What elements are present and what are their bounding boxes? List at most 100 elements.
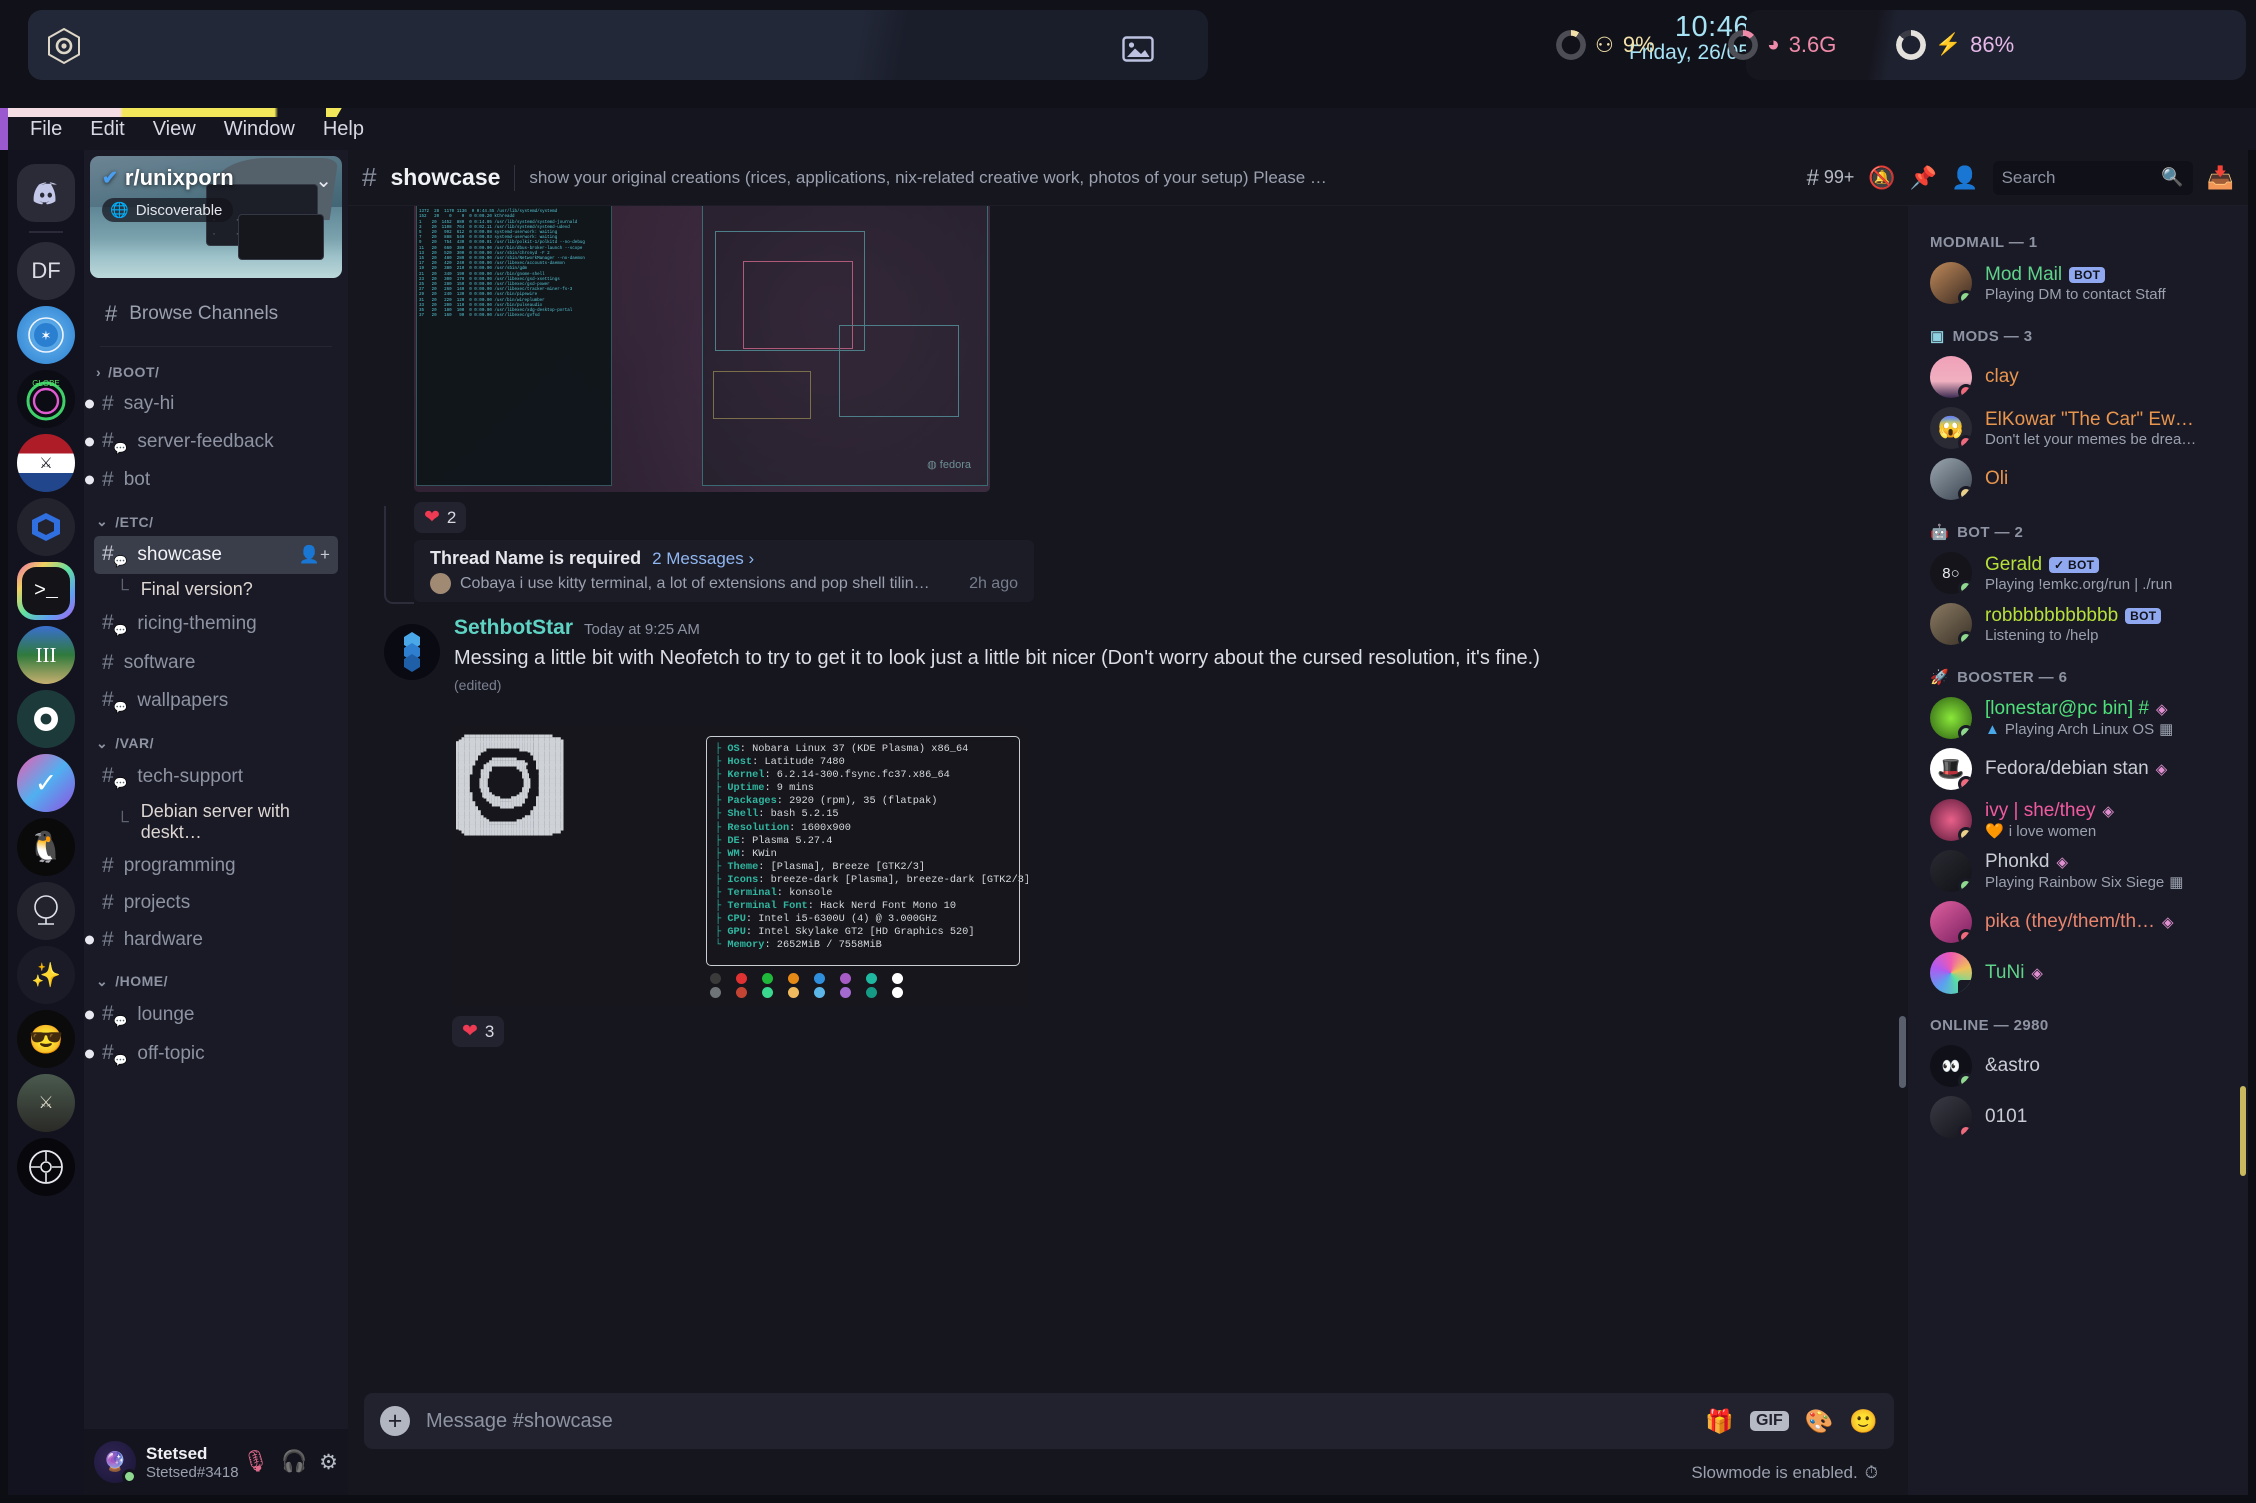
add-member-icon[interactable]: 👤+ [299,545,330,565]
server-icon-DF[interactable]: DF [17,242,75,300]
gif-icon[interactable]: GIF [1750,1411,1789,1431]
attachment-screenshot-1[interactable]: ────────────────────────────────── 1372 … [414,206,990,492]
server-icon-circuit[interactable] [17,1138,75,1196]
channel-label: wallpapers [137,689,229,711]
thread-final-version[interactable]: └ Final version? [108,575,338,604]
member-row[interactable]: pika (they/them/th… ◈ [1908,897,2240,947]
server-icon-mirror[interactable] [17,882,75,940]
member-row[interactable]: TuNi ◈ [1908,948,2240,998]
message-scrollbar[interactable] [1899,1016,1906,1088]
member-row[interactable]: clay [1908,352,2240,402]
server-icon-iii[interactable]: III [17,626,75,684]
member-row[interactable]: 👀 &astro [1908,1041,2240,1091]
thread-preview-card[interactable]: Thread Name is required 2 Messages › Cob… [414,540,1034,602]
pin-icon[interactable]: 📌 [1910,165,1937,191]
message-author[interactable]: SethbotStar [454,616,573,640]
channel-software[interactable]: # software [94,645,338,681]
channel-tech-support[interactable]: #💬 tech-support [94,758,338,796]
sticker-icon[interactable]: 🎨 [1805,1408,1834,1435]
menu-file[interactable]: File [16,115,76,144]
message-text: Messing a little bit with Neofetch to tr… [454,647,1540,669]
search-input[interactable]: Search 🔍 [1992,160,2193,195]
cpu-stat[interactable]: ⚇ 9% [1556,30,1655,60]
category-etc[interactable]: ⌄ /ETC/ [84,499,348,535]
server-icon-tux[interactable]: 🐧 [17,818,75,876]
attachment-neofetch[interactable]: ▄▄▄▄▄▄▄▄▄▄▄▄▄▄▄▄▄▄▄▄▄▄▄▄▄▄▄▄▄▄▄▄ ▄██████… [452,726,1028,1006]
channel-programming[interactable]: # programming [94,848,338,884]
member-group-mods[interactable]: ▣ MODS — 3 [1908,309,2248,351]
plus-icon[interactable]: + [380,1406,410,1436]
menu-view[interactable]: View [139,115,210,144]
notification-muted-icon[interactable]: 🔕 [1868,165,1895,191]
browse-channels-button[interactable]: # Browse Channels [96,294,336,334]
menu-window[interactable]: Window [210,115,309,144]
category-home[interactable]: ⌄ /HOME/ [84,959,348,995]
member-row[interactable]: 😱 ElKowar "The Car" Ew… Don't let your m… [1908,403,2240,453]
emoji-icon[interactable]: 🙂 [1849,1408,1878,1435]
server-icon-discord-home[interactable] [17,164,75,222]
channel-wallpapers[interactable]: #💬 wallpapers [94,682,338,720]
channel-ricing-theming[interactable]: #💬 ricing-theming [94,605,338,643]
member-row[interactable]: Mod Mail BOT Playing DM to contact Staff [1908,258,2240,308]
thread-debian-server[interactable]: └ Debian server with deskt… [108,797,338,847]
thread-elbow-icon: └ [116,579,129,600]
member-row[interactable]: ivy | she/they ◈ 🧡 i love women [1908,795,2240,845]
member-list-scrollbar[interactable] [2240,1086,2246,1176]
member-group-booster[interactable]: 🚀 BOOSTER — 6 [1908,650,2248,692]
server-icon-star-federation[interactable]: ✶ [17,306,75,364]
server-icon-hexagon-blue[interactable] [17,498,75,556]
member-activity: Playing Rainbow Six Siege ▦ [1985,873,2183,892]
server-banner[interactable]: · · ·· · · ✔ r/unixporn 🌐 Discoverable ⌄ [90,156,342,278]
avatar[interactable]: 🔮 [94,1441,137,1484]
neofetch-row: ├ Uptime: 9 mins [715,782,814,795]
category-boot[interactable]: › /BOOT/ [84,350,348,385]
member-row[interactable]: Oli [1908,454,2240,504]
ram-stat[interactable]: ◕ 3.6G [1728,30,1836,60]
members-icon[interactable]: 👤 [1951,165,1978,191]
server-icon-vee[interactable]: ✓ [17,754,75,812]
threads-icon[interactable]: #99+ [1807,165,1855,191]
battery-stat[interactable]: ⚡ 86% [1896,30,2014,60]
channel-lounge[interactable]: #💬 lounge [85,996,338,1034]
menu-help[interactable]: Help [309,115,378,144]
server-icon-r-unixporn[interactable]: >_ [17,562,75,620]
gear-icon[interactable]: ⚙ [319,1450,338,1475]
server-icon-noiceguy[interactable]: 😎 [17,1010,75,1068]
menu-edit[interactable]: Edit [76,115,138,144]
channel-off-topic[interactable]: #💬 off-topic [85,1035,338,1073]
member-group-bot[interactable]: 🤖 BOT — 2 [1908,505,2248,547]
gear-hex-icon[interactable] [44,26,84,66]
headphones-icon[interactable]: 🎧 [281,1450,307,1474]
server-icon-gear[interactable] [17,690,75,748]
category-var[interactable]: ⌄ /VAR/ [84,721,348,757]
server-icon-tarkov[interactable]: ⚔ [17,1074,75,1132]
channel-say-hi[interactable]: # say-hi [85,386,338,422]
member-row[interactable]: 8○ Gerald ✓ BOT Playing !emkc.org/run | … [1908,548,2240,598]
channel-projects[interactable]: # projects [94,885,338,921]
gift-icon[interactable]: 🎁 [1705,1408,1734,1435]
image-icon[interactable] [1122,36,1154,62]
channel-server-feedback[interactable]: #💬 server-feedback [85,423,338,461]
thread-messages-link[interactable]: 2 Messages › [652,549,754,569]
channel-showcase[interactable]: #💬 showcase 👤+ [94,536,338,575]
member-row[interactable]: 0101 [1908,1092,2240,1142]
channel-bot[interactable]: # bot [85,462,338,498]
message-composer[interactable]: + Message #showcase 🎁 GIF 🎨 🙂 [364,1393,1894,1449]
avatar[interactable] [384,624,440,680]
member-group-modmail[interactable]: MODMAIL — 1 [1908,216,2248,257]
member-row[interactable]: Phonkd ◈ Playing Rainbow Six Siege ▦ [1908,846,2240,896]
mic-muted-icon[interactable]: 🎙 [242,1450,269,1474]
member-group-online[interactable]: ONLINE — 2980 [1908,999,2248,1040]
channel-hardware[interactable]: # hardware [85,922,338,958]
server-icon-feather[interactable]: ✨ [17,946,75,1004]
reaction-heart[interactable]: ❤ 3 [452,1016,505,1047]
member-row[interactable]: robbbbbbbbbbb BOT Listening to /help [1908,599,2240,649]
ram-label: 3.6G [1788,32,1837,57]
server-icon-globecraft[interactable]: GLOBE [17,370,75,428]
inbox-icon[interactable]: 📥 [2207,165,2234,191]
reaction-heart[interactable]: ❤ 2 [414,502,467,533]
server-icon-dutch-flag[interactable]: ⚔ [17,434,75,492]
member-row[interactable]: 🎩 Fedora/debian stan ◈ [1908,744,2240,794]
member-row[interactable]: [lonestar@pc bin] # ◈ ▲ Playing Arch Lin… [1908,693,2240,743]
chevron-down-icon[interactable]: ⌄ [315,168,332,193]
